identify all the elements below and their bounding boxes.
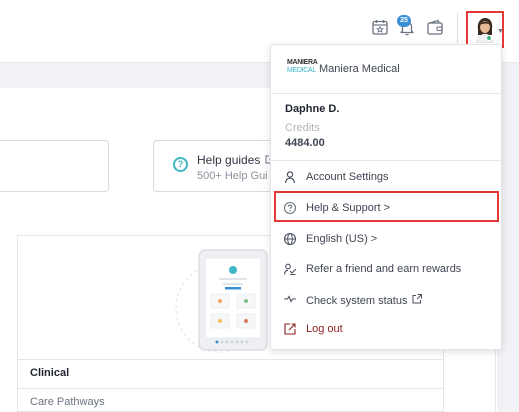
divider — [271, 93, 501, 94]
help-guides-subtitle: 500+ Help Gui — [197, 170, 268, 182]
divider — [271, 160, 501, 161]
tablet-illustration — [175, 246, 285, 354]
logout-icon — [283, 322, 297, 336]
online-status-dot — [486, 35, 492, 41]
menu-item-refer-friend[interactable]: Refer a friend and earn rewards — [271, 255, 501, 283]
topbar-divider — [457, 13, 458, 43]
user-name: Daphne D. — [285, 103, 340, 115]
credits-label: Credits — [285, 122, 320, 134]
calendar-star-icon[interactable] — [371, 18, 391, 38]
menu-item-language[interactable]: English (US) > — [271, 225, 501, 253]
menu-item-account-settings[interactable]: Account Settings — [271, 163, 501, 191]
help-support-highlight — [274, 191, 499, 222]
quick-link-card[interactable] — [0, 140, 109, 192]
menu-item-system-status[interactable]: Check system status — [271, 285, 501, 313]
help-guides-title: Help guides — [197, 153, 275, 167]
organization-name: Maniera Medical — [319, 63, 400, 75]
divider — [18, 359, 443, 360]
wallet-icon[interactable] — [426, 18, 446, 38]
notification-badge: 25 — [397, 15, 411, 27]
pulse-icon — [283, 292, 297, 306]
person-icon — [283, 170, 297, 184]
help-circle-icon: ? — [173, 157, 188, 172]
chevron-down-icon: ▼ — [497, 28, 504, 35]
credits-value: 4484.00 — [285, 137, 325, 149]
external-link-icon — [412, 294, 422, 304]
section-title: Clinical — [30, 367, 70, 379]
globe-icon — [283, 232, 297, 246]
list-item[interactable]: Care Pathways — [30, 396, 105, 408]
menu-item-log-out[interactable]: Log out — [271, 315, 501, 343]
help-guides-card[interactable]: ? Help guides 500+ Help Gui — [153, 140, 283, 192]
user-menu-trigger[interactable]: ▼ — [466, 11, 504, 48]
avatar — [475, 17, 495, 44]
divider — [18, 388, 443, 389]
organization-logo: MANIERA MEDICAL — [287, 59, 318, 74]
refer-icon — [283, 262, 297, 276]
organization-row[interactable]: MANIERA MEDICAL Maniera Medical — [271, 45, 501, 93]
